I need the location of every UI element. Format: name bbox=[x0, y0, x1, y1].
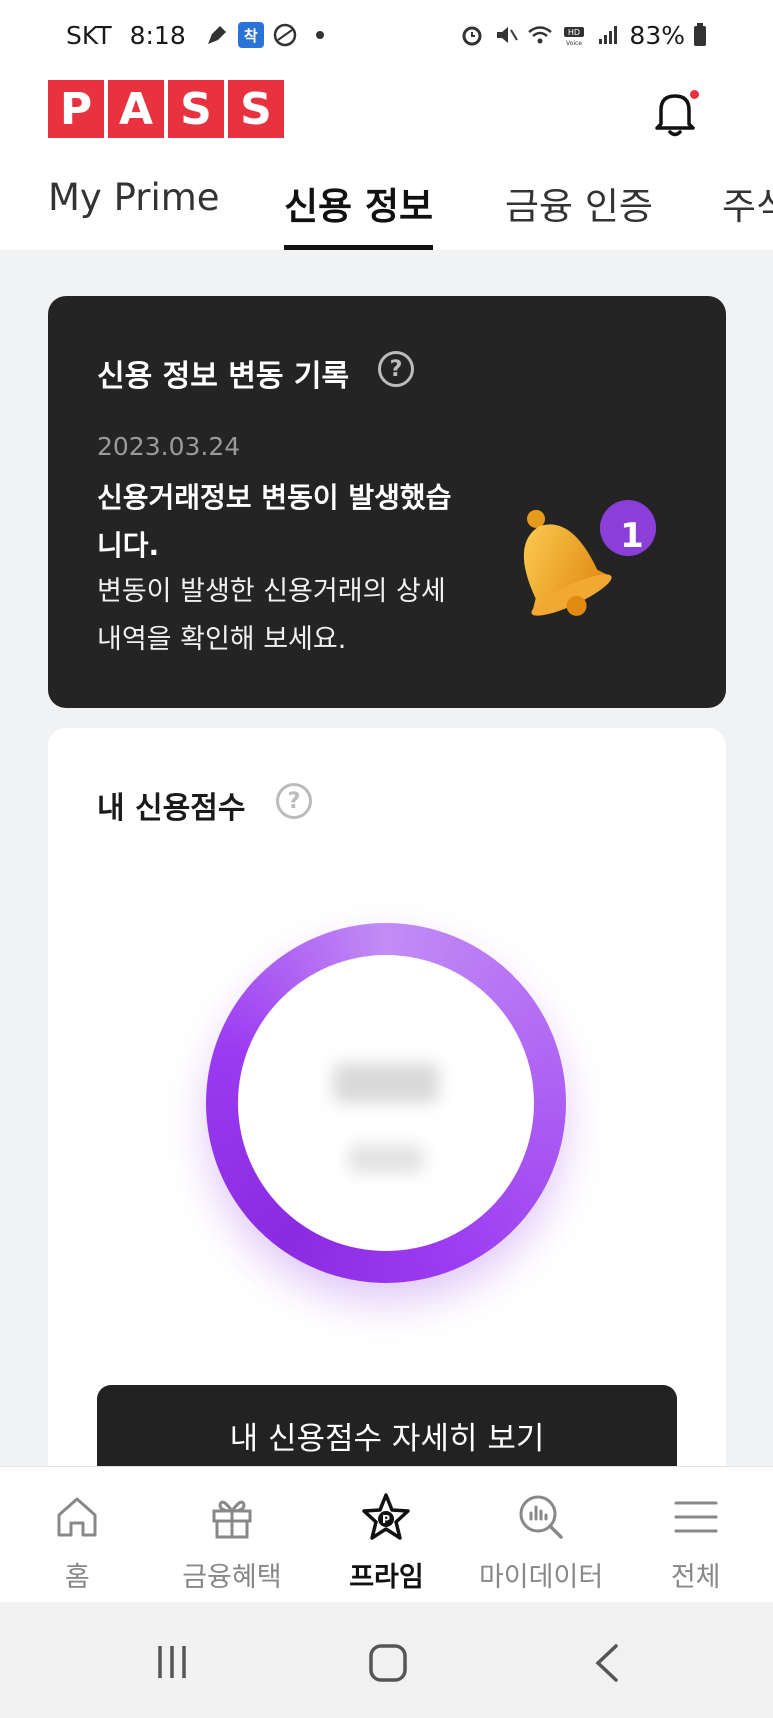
pass-logo[interactable]: P A S S bbox=[48, 80, 284, 138]
credit-change-card[interactable]: 신용 정보 변동 기록 ? 2023.03.24 신용거래정보 변동이 발생했습… bbox=[48, 296, 726, 708]
notification-bell-button[interactable] bbox=[645, 82, 705, 142]
hd-voice-icon: HD Voice bbox=[564, 27, 585, 47]
clock: 8:18 bbox=[129, 20, 186, 50]
credit-score-ring bbox=[206, 923, 566, 1283]
carrier-label: SKT bbox=[66, 20, 112, 50]
tab-label: 주식 bbox=[722, 185, 773, 228]
change-headline: 신용거래정보 변동이 발생했습니다. bbox=[97, 481, 452, 562]
nav-label: 프라임 bbox=[349, 1562, 424, 1593]
wifi-icon bbox=[528, 26, 553, 44]
nav-all[interactable]: 전체 bbox=[618, 1467, 773, 1602]
nav-label: 마이데이터 bbox=[478, 1562, 604, 1593]
credit-change-title: 신용 정보 변동 기록 bbox=[97, 359, 350, 394]
ball-icon bbox=[273, 23, 296, 47]
chak-app-icon: 착 bbox=[237, 22, 264, 48]
credit-score-card: 내 신용점수 ? 내 신용점수 자세히 보기 bbox=[48, 728, 726, 1495]
menu-icon bbox=[674, 1501, 718, 1533]
system-navigation-bar bbox=[0, 1602, 773, 1718]
tab-my-prime[interactable]: My Prime bbox=[48, 176, 220, 250]
notification-dot-icon bbox=[315, 31, 324, 39]
active-tab-indicator bbox=[284, 245, 434, 250]
top-tabs: My Prime 신용 정보 금융 인증 주식 bbox=[0, 168, 773, 250]
change-description: 변동이 발생한 신용거래의 상세 내역을 확인해 보세요. bbox=[97, 576, 446, 655]
prime-star-icon: P bbox=[362, 1493, 411, 1540]
tab-label: 신용 정보 bbox=[284, 185, 434, 228]
home-button-icon[interactable] bbox=[367, 1642, 409, 1684]
change-date: 2023.03.24 bbox=[97, 432, 241, 461]
nav-financial-benefits[interactable]: 금융혜택 bbox=[155, 1467, 310, 1602]
nav-home[interactable]: 홈 bbox=[0, 1467, 155, 1602]
tab-label: My Prime bbox=[48, 176, 220, 219]
nav-prime[interactable]: P 프라임 bbox=[309, 1467, 464, 1602]
blurred-score-subtext bbox=[348, 1145, 424, 1173]
tab-stocks[interactable]: 주식 bbox=[722, 176, 773, 250]
notification-count-badge: 1 bbox=[620, 516, 644, 556]
logo-letter: S bbox=[168, 80, 224, 138]
svg-text:P: P bbox=[382, 1513, 390, 1526]
signal-icon bbox=[599, 26, 618, 44]
pen-icon bbox=[207, 26, 226, 44]
logo-letter: A bbox=[108, 80, 164, 138]
nav-mydata[interactable]: 마이데이터 bbox=[464, 1467, 619, 1602]
mydata-search-icon bbox=[519, 1495, 563, 1539]
battery-icon bbox=[694, 23, 706, 46]
logo-letter: P bbox=[48, 80, 104, 138]
bottom-navigation: 홈 금융혜택 P 프라임 마이데이터 전체 bbox=[0, 1466, 773, 1602]
status-bar: SKT 8:18 착 HD Voice 83% bbox=[0, 0, 773, 70]
nav-label: 전체 bbox=[670, 1562, 721, 1593]
nav-label: 금융혜택 bbox=[182, 1562, 282, 1593]
help-icon[interactable]: ? bbox=[378, 351, 414, 387]
app-header: P A S S bbox=[0, 70, 773, 168]
tab-label: 금융 인증 bbox=[505, 185, 653, 228]
score-center bbox=[238, 955, 534, 1251]
recent-apps-icon[interactable] bbox=[152, 1642, 192, 1682]
logo-letter: S bbox=[228, 80, 284, 138]
home-icon bbox=[57, 1497, 97, 1537]
nav-label: 홈 bbox=[64, 1562, 90, 1593]
alarm-icon bbox=[462, 26, 482, 46]
help-icon[interactable]: ? bbox=[276, 783, 312, 819]
svg-text:HD: HD bbox=[568, 28, 580, 37]
svg-text:Voice: Voice bbox=[566, 40, 582, 47]
new-notification-dot bbox=[690, 90, 699, 99]
tab-financial-auth[interactable]: 금융 인증 bbox=[505, 176, 653, 250]
credit-score-title: 내 신용점수 bbox=[97, 791, 246, 826]
blurred-score-value bbox=[333, 1063, 439, 1103]
tab-credit-info[interactable]: 신용 정보 bbox=[284, 176, 434, 250]
battery-percent: 83% bbox=[629, 20, 685, 50]
mute-icon bbox=[497, 27, 519, 43]
gift-icon bbox=[212, 1500, 252, 1539]
back-icon[interactable] bbox=[592, 1642, 622, 1684]
